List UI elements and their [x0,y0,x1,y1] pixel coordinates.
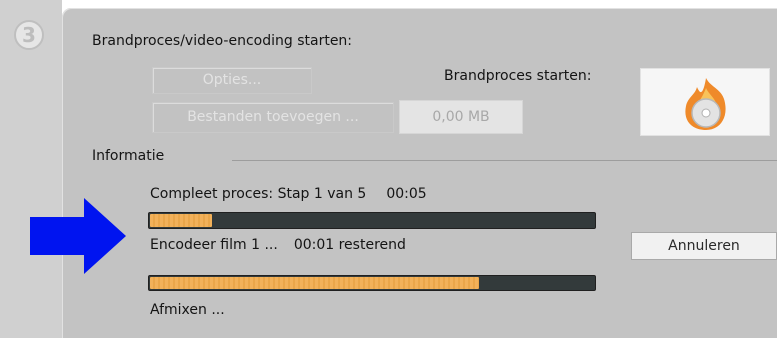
options-button[interactable]: Opties... [152,67,312,94]
burn-start-label: Brandproces starten: [444,68,592,84]
overall-progress-status: Compleet proces: Stap 1 van 5 00:05 [150,186,427,202]
encode-remaining-time: 00:01 resterend [293,237,406,253]
info-heading: Informatie [92,148,165,164]
total-size-field: 0,00 MB [399,100,523,134]
encode-progress-status: Encodeer film 1 ... 00:01 resterend [150,237,406,253]
burn-dialog: 3 Brandproces/video-encoding starten: Op… [0,0,777,338]
encode-progress-bar [148,275,596,291]
step-number-badge: 3 [14,20,44,50]
overall-elapsed-time: 00:05 [386,186,427,202]
burn-flame-disc-icon [685,78,726,130]
step-strip: 3 [0,0,62,338]
encode-progress-label: Encodeer film 1 ... [150,237,278,253]
cancel-button[interactable]: Annuleren [631,232,777,260]
section-heading: Brandproces/video-encoding starten: [92,33,353,49]
overall-progress-fill [150,214,213,227]
overall-progress-label: Compleet proces: Stap 1 van 5 [150,186,367,202]
next-step-label: Afmixen ... [150,302,225,318]
burn-start-button[interactable] [640,68,770,136]
encode-progress-fill [150,277,479,289]
add-files-button[interactable]: Bestanden toevoegen ... [152,102,394,133]
section-divider [232,160,777,161]
blue-arrow-icon [30,198,126,274]
overall-progress-bar [148,212,596,229]
